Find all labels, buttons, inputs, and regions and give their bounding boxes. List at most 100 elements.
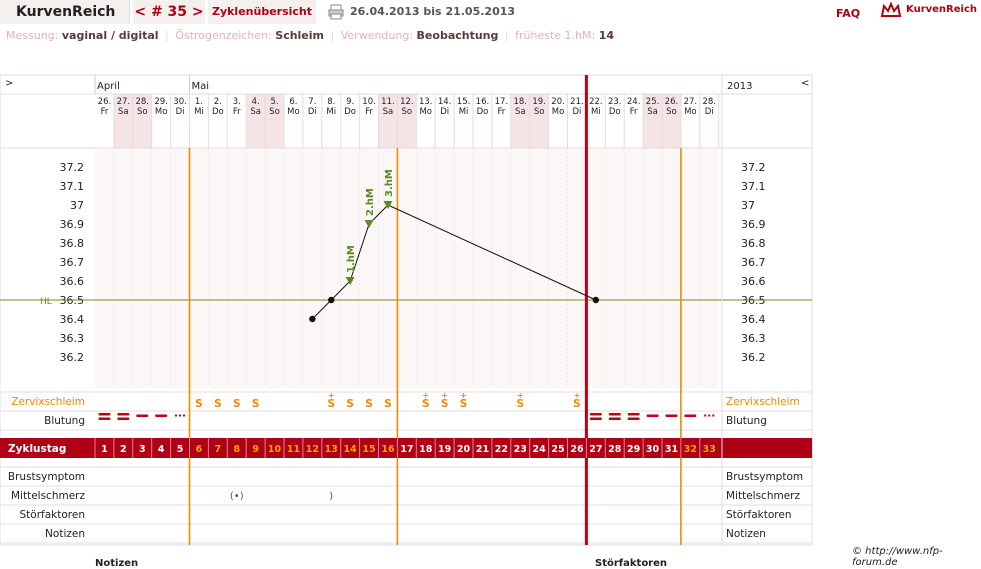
- temperature-label: 3.hM: [384, 169, 395, 197]
- day-date: 26.: [98, 97, 112, 107]
- day-weekday: Mo: [287, 107, 300, 117]
- day-weekday: So: [137, 107, 148, 117]
- row-label-left: Störfaktoren: [20, 509, 85, 521]
- day-weekday: So: [402, 107, 413, 117]
- day-weekday: Fr: [497, 107, 505, 117]
- day-date: 4.: [252, 97, 260, 107]
- day-date: 14.: [438, 97, 452, 107]
- y-tick-left: 36.6: [60, 275, 85, 288]
- cervical-symbol: S: [365, 398, 373, 410]
- day-weekday: Mi: [326, 107, 336, 117]
- nav-left-arrow[interactable]: >: [5, 78, 13, 89]
- day-weekday: Sa: [118, 107, 129, 117]
- row-label-right: Störfaktoren: [726, 509, 791, 521]
- bleeding-spot: [712, 414, 715, 417]
- cervical-plus: +: [328, 391, 335, 400]
- bleeding-mark: [608, 417, 621, 420]
- cycle-day-number: 2: [120, 444, 127, 455]
- bleeding-mark: [117, 413, 130, 416]
- bleeding-mark: [98, 417, 111, 420]
- cycle-day-number: 14: [344, 444, 358, 455]
- y-tick-right: 36.2: [741, 351, 766, 364]
- day-date: 19.: [532, 97, 546, 107]
- cervical-symbol: S: [195, 398, 203, 410]
- day-date: 28.: [702, 97, 716, 107]
- day-date: 12.: [400, 97, 414, 107]
- bleeding-mark: [627, 413, 640, 416]
- temperature-label: 1.hM: [346, 245, 357, 273]
- day-weekday: Sa: [250, 107, 261, 117]
- day-weekday: Di: [572, 107, 581, 117]
- bleeding-mark: [665, 414, 678, 417]
- day-date: 26.: [665, 97, 679, 107]
- month-row: [0, 74, 813, 95]
- cervical-symbol: S: [252, 398, 260, 410]
- bleeding-mark: [155, 414, 168, 417]
- day-weekday: Fr: [365, 107, 373, 117]
- nav-right-arrow[interactable]: <: [801, 78, 809, 89]
- cycle-day-number: 31: [665, 444, 678, 455]
- bleeding-spot: [704, 414, 707, 417]
- day-weekday: Mo: [684, 107, 697, 117]
- y-tick-left: 37.1: [60, 180, 85, 193]
- cycle-day-label: Zyklustag: [8, 443, 66, 455]
- bleeding-mark: [98, 413, 111, 416]
- day-weekday: Mo: [552, 107, 565, 117]
- day-date: 1.: [195, 97, 203, 107]
- day-weekday: Fr: [101, 107, 109, 117]
- temperature-area: [95, 148, 719, 388]
- y-tick-right: 36.8: [741, 237, 766, 250]
- y-tick-right: 36.9: [741, 218, 766, 231]
- day-date: 11.: [381, 97, 395, 107]
- cycle-day-number: 16: [381, 444, 395, 455]
- day-date: 9.: [346, 97, 354, 107]
- day-date: 20.: [551, 97, 565, 107]
- cervical-symbol: S: [233, 398, 241, 410]
- row-label-right: Brustsymptom: [726, 471, 803, 483]
- row-band-notes: [0, 523, 813, 544]
- day-date: 6.: [289, 97, 297, 107]
- cycle-day-number: 5: [177, 444, 184, 455]
- row-band-cervical: [0, 391, 813, 412]
- y-tick-right: 36.4: [741, 313, 766, 326]
- row-label-left: Blutung: [44, 415, 85, 427]
- bleeding-spot: [175, 414, 178, 417]
- row-band-disturbance: [0, 504, 813, 525]
- day-date: 17.: [495, 97, 509, 107]
- cycle-day-number: 3: [139, 444, 146, 455]
- cycle-day-number: 32: [684, 444, 697, 455]
- y-tick-right: 36.3: [741, 332, 766, 345]
- day-weekday: Di: [308, 107, 317, 117]
- bleeding-mark: [646, 414, 659, 417]
- bleeding-mark: [136, 414, 149, 417]
- y-tick-right: 37: [741, 199, 755, 212]
- y-tick-left: 36.2: [60, 351, 85, 364]
- bleeding-mark: [684, 414, 697, 417]
- cycle-day-number: 11: [287, 444, 300, 455]
- bleeding-mark: [589, 413, 602, 416]
- cycle-day-number: 18: [419, 444, 433, 455]
- cycle-day-number: 24: [533, 444, 547, 455]
- cycle-day-number: 10: [268, 444, 282, 455]
- day-date: 29.: [154, 97, 168, 107]
- day-weekday: Do: [477, 107, 489, 117]
- y-tick-left: 36.7: [60, 256, 85, 269]
- day-weekday: Do: [609, 107, 621, 117]
- cycle-day-number: 29: [627, 444, 640, 455]
- day-weekday: Di: [440, 107, 449, 117]
- bleeding-spot: [183, 414, 186, 417]
- cycle-day-number: 23: [514, 444, 527, 455]
- day-weekday: So: [269, 107, 280, 117]
- day-weekday: Fr: [630, 107, 638, 117]
- day-date: 18.: [513, 97, 527, 107]
- y-tick-left: 37.2: [60, 161, 85, 174]
- cycle-day-number: 28: [608, 444, 622, 455]
- day-weekday: So: [534, 107, 545, 117]
- day-weekday: Di: [176, 107, 185, 117]
- cycle-day-number: 26: [570, 444, 584, 455]
- row-label-left: Mittelschmerz: [11, 490, 85, 502]
- year-label: 2013: [727, 81, 752, 92]
- cycle-day-number: 20: [457, 444, 471, 455]
- row-label-right: Mittelschmerz: [726, 490, 800, 502]
- day-date: 30.: [173, 97, 187, 107]
